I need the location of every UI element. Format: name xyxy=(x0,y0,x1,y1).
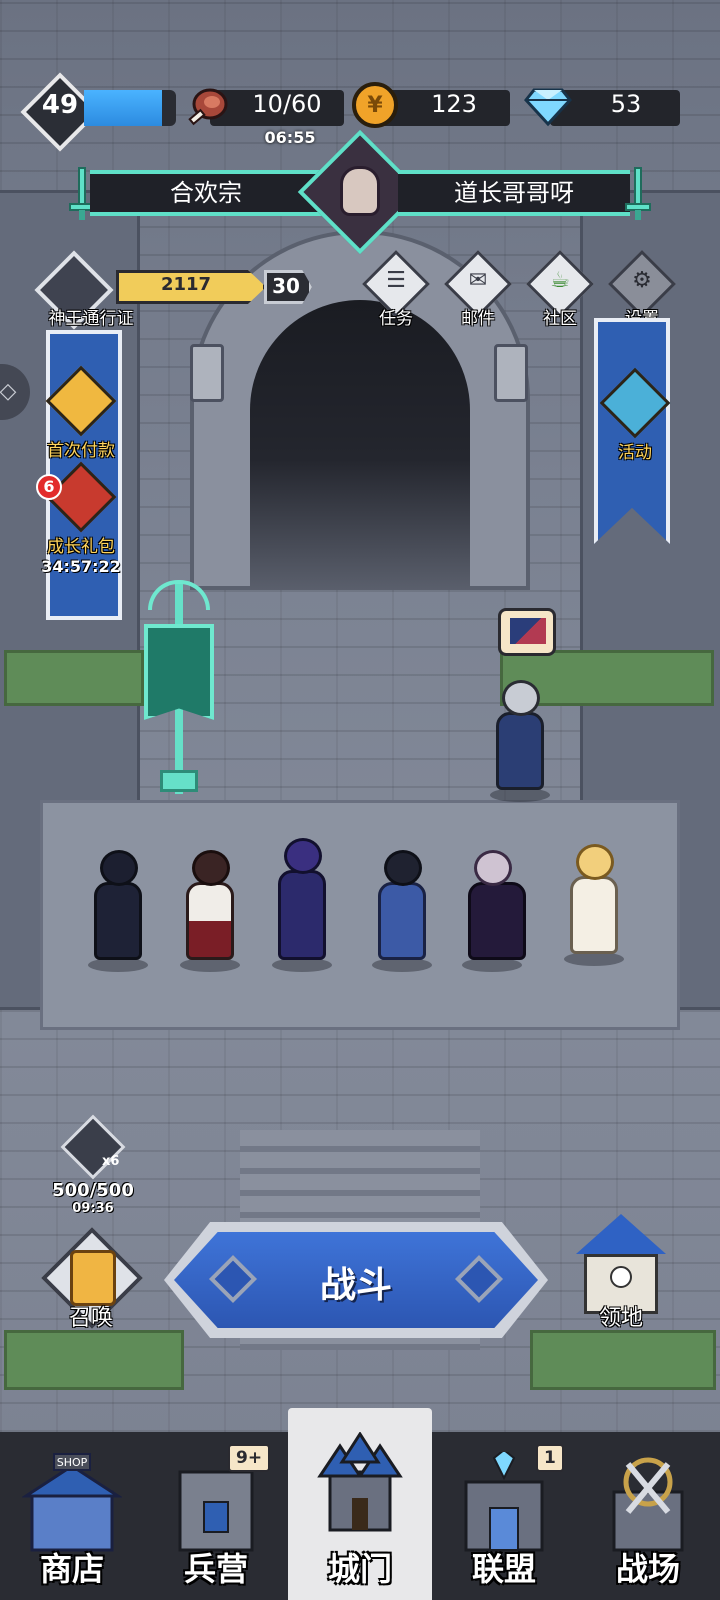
summon-scroll-icon xyxy=(70,1250,116,1306)
crown-count: 500/500 xyxy=(52,1180,134,1201)
palm-island-icon xyxy=(599,367,671,439)
territory-label: 领地 xyxy=(598,1306,643,1331)
diamond-icon xyxy=(524,82,572,130)
community-button[interactable]: ☕ 社区 xyxy=(524,250,596,332)
xp-fill xyxy=(84,90,163,126)
lantern-left xyxy=(190,344,224,402)
quest-button[interactable]: ☰ 任务 xyxy=(360,250,432,332)
battlefield-swords-icon xyxy=(612,1457,684,1552)
bottom-nav: SHOP 商店 9+ 兵营 城门 1 联盟 战场 xyxy=(0,1408,720,1600)
shop-building-icon: SHOP xyxy=(22,1453,122,1552)
tab-battlefield-label: 战场 xyxy=(615,1550,680,1588)
crown-multiplier: x6 xyxy=(102,1154,120,1169)
clock-icon xyxy=(610,1266,632,1288)
gold-coin-icon: ¥ xyxy=(352,82,398,128)
first-payment-label: 首次付款 xyxy=(47,441,115,461)
crown-counter[interactable]: x6 500/500 09:36 xyxy=(48,1114,138,1216)
guild-sect-name: 合欢宗 xyxy=(90,170,322,216)
first-payment-icon xyxy=(45,365,117,437)
guild-standard-flag[interactable] xyxy=(144,624,214,720)
guild-leader-name: 道长哥哥呀 xyxy=(398,170,630,216)
event-button[interactable]: 活动 xyxy=(590,367,680,463)
stamina-timer: 06:55 xyxy=(264,128,316,147)
npc-flag-icon xyxy=(510,618,546,644)
alliance-badge: 1 xyxy=(536,1444,564,1472)
shop-sign: SHOP xyxy=(57,1456,88,1469)
notification-badge: 6 xyxy=(36,474,62,500)
grass-left xyxy=(4,650,144,706)
tab-castle-gate-label: 城门 xyxy=(327,1550,392,1588)
hero-priestess[interactable] xyxy=(170,842,252,972)
tab-barracks[interactable]: 9+ 兵营 xyxy=(144,1432,288,1600)
hero-dark-sorceress[interactable] xyxy=(262,830,352,972)
stamina-value: 10/60 xyxy=(252,90,322,118)
god-king-pass[interactable]: 2117 30 神王通行证 xyxy=(26,250,312,330)
hero-swordsman[interactable] xyxy=(362,842,444,972)
castle-icon xyxy=(317,1432,403,1532)
standard-base xyxy=(160,770,198,792)
mail-button[interactable]: ✉ 邮件 xyxy=(442,250,514,332)
barracks-badge: 9+ xyxy=(228,1444,271,1472)
growth-pack-timer: 34:57:22 xyxy=(41,557,121,576)
tab-alliance-label: 联盟 xyxy=(471,1550,536,1588)
gem-value: 53 xyxy=(610,90,642,118)
crown-icon xyxy=(60,1114,126,1180)
tab-shop-label: 商店 xyxy=(39,1550,104,1588)
territory-roof xyxy=(576,1214,666,1254)
crown-timer: 09:36 xyxy=(72,1201,114,1216)
teal-sword-icon xyxy=(625,167,651,220)
pass-points: 2117 xyxy=(160,274,212,295)
gold-value: 123 xyxy=(431,90,477,118)
castle-gate-opening xyxy=(250,300,470,590)
hero-demon-mage[interactable] xyxy=(78,842,160,972)
community-label: 社区 xyxy=(543,309,577,329)
knight-npc[interactable] xyxy=(480,676,560,802)
quest-label: 任务 xyxy=(379,309,413,329)
pass-label: 神王通行证 xyxy=(48,309,134,329)
tab-battlefield[interactable]: 战场 xyxy=(576,1432,720,1600)
fight-button[interactable]: 战斗 xyxy=(164,1222,548,1338)
guild-avatar xyxy=(340,166,380,216)
mail-label: 邮件 xyxy=(461,309,495,329)
hero-demon-queen[interactable] xyxy=(452,836,548,972)
guild-banner[interactable]: 合欢宗 道长哥哥呀 xyxy=(68,129,652,255)
hero-angel[interactable] xyxy=(554,836,634,966)
pass-level: 30 xyxy=(272,274,300,298)
fight-label: 战斗 xyxy=(319,1265,392,1306)
lantern-right xyxy=(494,344,528,402)
tab-barracks-label: 兵营 xyxy=(183,1550,248,1588)
knight-helmet xyxy=(502,680,540,716)
tab-alliance[interactable]: 1 联盟 xyxy=(432,1432,576,1600)
first-payment-button[interactable]: 首次付款 xyxy=(36,365,126,461)
tab-castle-gate[interactable]: 城门 xyxy=(288,1408,432,1600)
player-level: 49 xyxy=(41,90,79,120)
tab-shop[interactable]: SHOP 商店 xyxy=(0,1432,144,1600)
growth-pack-label: 成长礼包 xyxy=(47,537,115,557)
xp-bar xyxy=(84,90,176,126)
summon-label: 召唤 xyxy=(68,1306,113,1331)
event-label: 活动 xyxy=(618,443,652,463)
grass-bottom-right xyxy=(530,1330,716,1390)
meat-icon xyxy=(184,82,232,130)
